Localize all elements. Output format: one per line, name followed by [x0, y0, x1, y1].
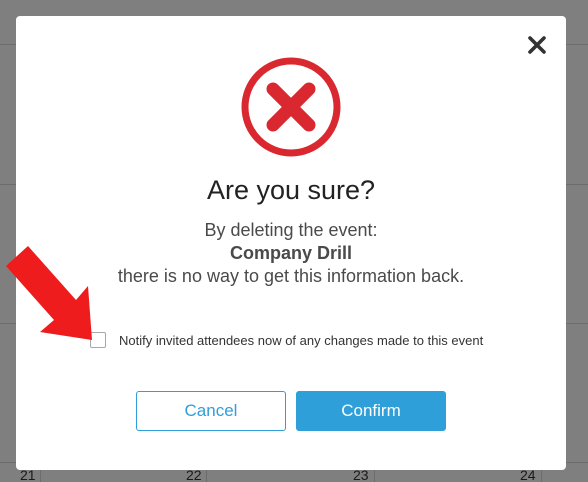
close-icon	[528, 36, 546, 54]
calendar-day-number[interactable]: 22	[186, 468, 202, 482]
red-pointer-arrow-icon	[4, 240, 114, 350]
calendar-day-number[interactable]: 21	[20, 468, 36, 482]
dialog-title: Are you sure?	[206, 175, 376, 205]
cancel-button[interactable]: Cancel	[136, 391, 286, 431]
error-circle-x-icon	[240, 56, 342, 158]
calendar-day-number[interactable]: 23	[353, 468, 369, 482]
calendar-day-number[interactable]: 24	[520, 468, 536, 482]
notify-attendees-row: Notify invited attendees now of any chan…	[90, 332, 483, 348]
message-line: By deleting the event:	[204, 220, 378, 240]
notify-attendees-label[interactable]: Notify invited attendees now of any chan…	[119, 333, 483, 348]
confirm-button[interactable]: Confirm	[296, 391, 446, 431]
close-button[interactable]	[526, 34, 548, 56]
